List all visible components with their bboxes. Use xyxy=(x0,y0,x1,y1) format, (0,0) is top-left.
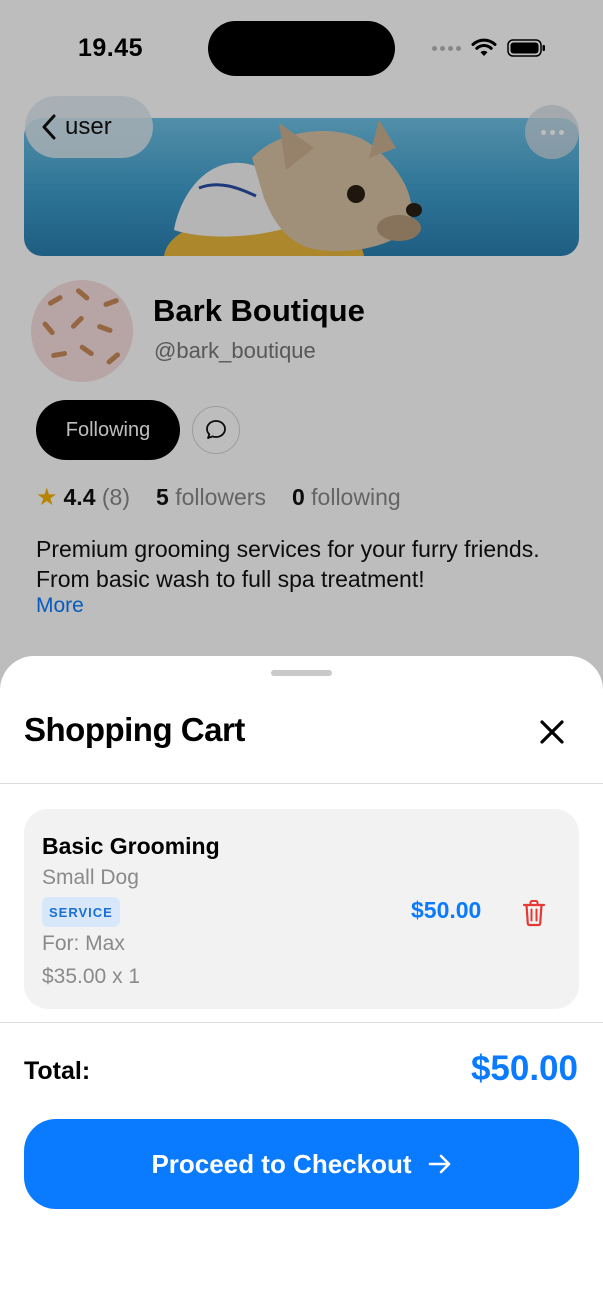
sheet-title: Shopping Cart xyxy=(24,711,245,748)
checkout-button-label: Proceed to Checkout xyxy=(151,1148,412,1179)
divider xyxy=(0,1022,603,1023)
sheet-grabber[interactable] xyxy=(271,670,332,676)
divider xyxy=(0,783,603,784)
item-variant: Small Dog xyxy=(42,866,139,889)
shopping-cart-sheet: Shopping Cart Basic Grooming Small Dog S… xyxy=(0,656,603,1311)
item-unit-quantity: $35.00 x 1 xyxy=(42,965,141,988)
close-icon xyxy=(540,720,564,744)
close-button[interactable] xyxy=(536,716,568,748)
arrow-right-icon xyxy=(428,1154,450,1174)
total-label: Total: xyxy=(24,1057,91,1085)
item-name: Basic Grooming xyxy=(42,833,220,859)
proceed-to-checkout-button[interactable]: Proceed to Checkout xyxy=(24,1119,579,1209)
item-price: $50.00 xyxy=(411,897,482,923)
item-for-pet: For: Max xyxy=(42,932,125,955)
item-type-badge: SERVICE xyxy=(42,897,120,927)
total-value: $50.00 xyxy=(470,1049,578,1088)
trash-icon xyxy=(522,900,546,927)
cart-item: Basic Grooming Small Dog SERVICE For: Ma… xyxy=(24,809,579,1009)
delete-item-button[interactable] xyxy=(520,898,548,928)
